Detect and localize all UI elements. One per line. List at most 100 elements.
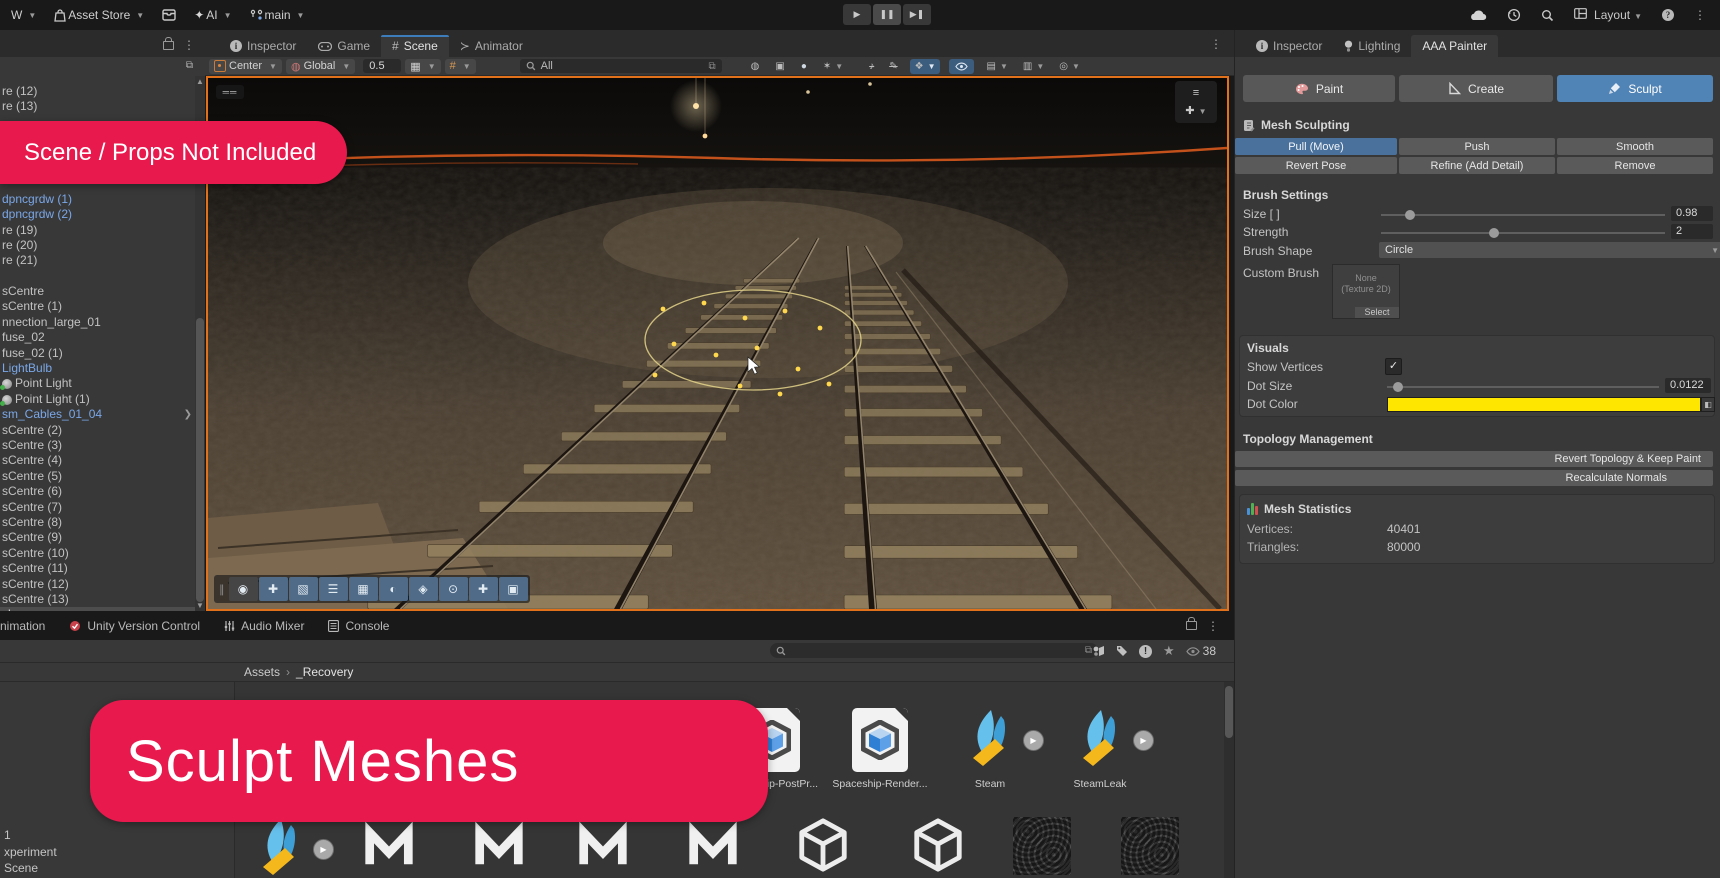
- play-badge-icon[interactable]: ▶: [1133, 730, 1154, 751]
- hierarchy-item[interactable]: dpncgrdw (1): [0, 192, 196, 207]
- hierarchy-item[interactable]: sCentre (4): [0, 453, 196, 468]
- hierarchy-item[interactable]: sCentre (6): [0, 484, 196, 499]
- viewport-tool-view-icon[interactable]: ◉: [229, 577, 258, 601]
- popout-icon[interactable]: ⧉: [186, 60, 193, 71]
- camera-icon[interactable]: ▣: [772, 61, 787, 72]
- brush-shape-dropdown[interactable]: Circle▼: [1379, 242, 1720, 258]
- object-select-button[interactable]: Select: [1355, 307, 1399, 318]
- project-search-input[interactable]: ⧉: [770, 643, 1098, 658]
- asset-item[interactable]: ▶Steam: [938, 708, 1042, 790]
- tab-aaa-painter[interactable]: AAA Painter: [1411, 35, 1498, 57]
- hierarchy-item[interactable]: re (21): [0, 253, 196, 268]
- menu-ai[interactable]: ✦ AI▼: [185, 0, 240, 30]
- hierarchy-item[interactable]: sCentre (5): [0, 469, 196, 484]
- sculpt-mode-button[interactable]: Sculpt: [1557, 75, 1713, 102]
- tab-game[interactable]: Game: [307, 35, 381, 57]
- gizmos-dropdown[interactable]: ◎▼: [1056, 61, 1083, 72]
- folder-item[interactable]: 1: [4, 828, 11, 842]
- hierarchy-item[interactable]: re (19): [0, 223, 196, 238]
- hierarchy-item[interactable]: sCentre (2): [0, 423, 196, 438]
- scrollbar-thumb[interactable]: [196, 318, 204, 602]
- tab-console[interactable]: Console: [316, 611, 401, 640]
- render-doc-icon[interactable]: ◍: [748, 61, 763, 72]
- asset-item[interactable]: Spaceship-Render...: [828, 708, 932, 790]
- folder-item[interactable]: xperiment: [4, 845, 57, 859]
- hierarchy-item[interactable]: Point Light: [0, 376, 196, 391]
- asset-item[interactable]: [886, 817, 990, 878]
- strength-slider[interactable]: [1381, 232, 1665, 234]
- overlay-drag-handle[interactable]: ══: [216, 85, 244, 99]
- tab-audio-mixer[interactable]: Audio Mixer: [212, 611, 316, 640]
- lock-icon[interactable]: [163, 41, 174, 50]
- hierarchy-item[interactable]: re (13): [0, 99, 196, 114]
- kebab-icon[interactable]: ⋮: [1207, 619, 1219, 633]
- overlay-menu-icon[interactable]: ≡: [1175, 84, 1217, 102]
- sculpt-tool-push[interactable]: Push: [1399, 138, 1555, 155]
- sculpt-tool-smooth[interactable]: Smooth: [1557, 138, 1713, 155]
- visibility-count[interactable]: 38: [1186, 644, 1216, 658]
- sculpt-tool-refine[interactable]: Refine (Add Detail): [1399, 157, 1555, 174]
- sculpt-tool-revert-pose[interactable]: Revert Pose: [1235, 157, 1397, 174]
- sculpt-tool-remove[interactable]: Remove: [1557, 157, 1713, 174]
- hierarchy-item[interactable]: [0, 269, 196, 284]
- scrollbar-thumb[interactable]: [1225, 686, 1233, 738]
- paint-mode-button[interactable]: Paint: [1243, 75, 1395, 102]
- hierarchy-item[interactable]: sCentre (8): [0, 515, 196, 530]
- snap-increment-dropdown[interactable]: #▼: [445, 59, 476, 74]
- tab-inspector-right[interactable]: iInspector: [1245, 35, 1333, 57]
- hierarchy-item[interactable]: sCentre (3): [0, 438, 196, 453]
- hierarchy-item[interactable]: LightBulb: [0, 361, 196, 376]
- label-tag-icon[interactable]: [1116, 645, 1128, 657]
- scroll-up-icon[interactable]: ▲: [195, 76, 205, 88]
- asset-item[interactable]: [1098, 817, 1202, 878]
- asset-item[interactable]: [551, 817, 655, 878]
- tab-scene[interactable]: #Scene: [381, 35, 449, 57]
- kebab-icon[interactable]: ⋮: [183, 38, 195, 52]
- toolbar-grip[interactable]: ∥: [216, 583, 228, 596]
- viewport-tool-properties-icon[interactable]: ☰: [319, 577, 348, 601]
- asset-item[interactable]: [337, 817, 441, 878]
- tab-lighting[interactable]: Lighting: [1333, 35, 1411, 57]
- viewport-tool-move-icon[interactable]: ✚: [259, 577, 288, 601]
- show-vertices-checkbox[interactable]: ✓: [1385, 358, 1402, 375]
- gizmo-off-icon[interactable]: ✎: [886, 61, 900, 72]
- folder-item[interactable]: Scene: [4, 861, 38, 875]
- scene-visibility-icon[interactable]: [949, 59, 974, 74]
- recalculate-normals-button[interactable]: Recalculate Normals: [1235, 470, 1713, 486]
- pivot-mode-dropdown[interactable]: Center▼: [209, 59, 282, 74]
- hierarchy-item[interactable]: Point Light (1): [0, 392, 196, 407]
- hierarchy-item[interactable]: sCentre: [0, 284, 196, 299]
- color-picker-icon[interactable]: ◧: [1701, 397, 1715, 412]
- search-icon[interactable]: [1533, 9, 1562, 22]
- kebab-icon[interactable]: ⋮: [1686, 8, 1714, 22]
- history-icon[interactable]: [1499, 8, 1529, 22]
- viewport-tool-capture-icon[interactable]: ▣: [499, 577, 528, 601]
- help-icon[interactable]: ?: [1654, 9, 1682, 21]
- dot-size-value[interactable]: 0.0122: [1665, 378, 1711, 393]
- lock-icon[interactable]: [1186, 621, 1197, 630]
- size-slider[interactable]: [1381, 214, 1665, 216]
- breadcrumb-root[interactable]: Assets: [244, 665, 280, 679]
- asset-item[interactable]: [447, 817, 551, 878]
- menu-asset-store[interactable]: Asset Store▼: [45, 0, 153, 30]
- hierarchy-item[interactable]: re (20): [0, 238, 196, 253]
- orientation-dropdown[interactable]: ◍Global▼: [286, 59, 355, 74]
- revert-topology-button[interactable]: Revert Topology & Keep Paint: [1235, 451, 1713, 467]
- cloud-icon[interactable]: [1461, 9, 1495, 21]
- asset-item[interactable]: [661, 817, 765, 878]
- scene-viewport[interactable]: ══ ≡ ✚▼ ∥ ◉✚▧☰▦◐◈⊙✚▣: [206, 76, 1229, 611]
- favorite-star-icon[interactable]: ★: [1163, 643, 1175, 659]
- hierarchy-item[interactable]: sCentre (11): [0, 561, 196, 576]
- hierarchy-item[interactable]: dpncgrdw (2): [0, 207, 196, 222]
- viewport-tool-wireframe-icon[interactable]: ▦: [349, 577, 378, 601]
- viewport-tool-sphere-icon[interactable]: ◐: [379, 577, 408, 601]
- viewport-tool-zoom-icon[interactable]: ⊙: [439, 577, 468, 601]
- dot-size-slider[interactable]: [1387, 386, 1659, 388]
- sculpt-tool-pull[interactable]: Pull (Move): [1235, 138, 1397, 155]
- size-value[interactable]: 0.98: [1671, 206, 1713, 221]
- effects-dropdown[interactable]: ✶▼: [820, 61, 846, 72]
- viewport-tool-clip-icon[interactable]: ▧: [289, 577, 318, 601]
- project-scrollbar[interactable]: [1224, 682, 1234, 878]
- play-badge-icon[interactable]: ▶: [1023, 730, 1044, 751]
- hierarchy-item[interactable]: sm_Cables_01_04❯: [0, 407, 196, 422]
